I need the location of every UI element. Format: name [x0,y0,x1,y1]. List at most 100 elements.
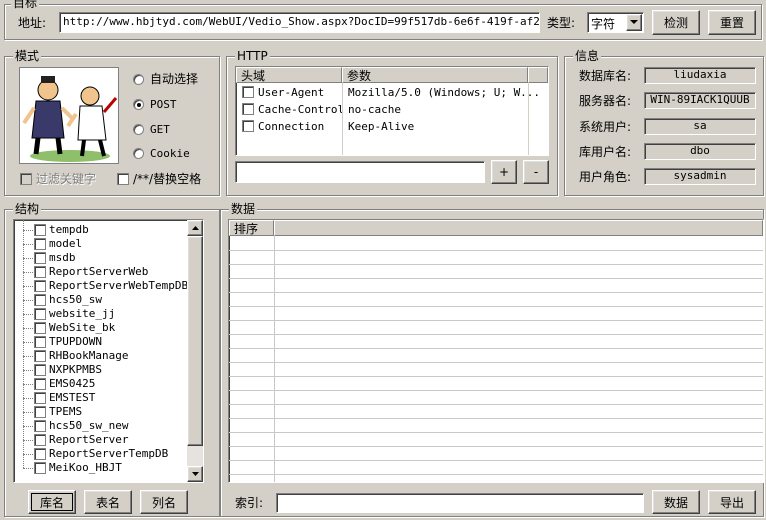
tree-connector [23,356,33,357]
http-col-filler [528,67,548,83]
tree-item-checkbox[interactable] [34,392,46,404]
radio-cookie[interactable] [133,148,144,159]
tree-item-label: MeiKoo_HBJT [49,461,122,474]
tree-item-checkbox[interactable] [34,266,46,278]
table-name-button[interactable]: 表名 [84,490,132,514]
http-row-checkbox[interactable] [242,120,254,132]
data-grid[interactable]: 排序 [228,219,764,483]
tree-item-checkbox[interactable] [34,294,46,306]
scroll-up-button[interactable] [187,220,203,236]
tree-connector [23,328,33,329]
index-label: 索引: [235,496,264,510]
type-dropdown-button[interactable] [626,14,642,31]
tree-item-label: tempdb [49,223,89,236]
tree-item-label: ReportServerWeb [49,265,149,278]
tree-item-checkbox[interactable] [34,462,46,474]
tree-item-checkbox[interactable] [34,336,46,348]
tree-item-checkbox[interactable] [34,420,46,432]
tree-item-checkbox[interactable] [34,350,46,362]
http-col-field[interactable]: 头域 [236,67,342,83]
radio-get[interactable] [133,124,144,135]
http-col-value[interactable]: 参数 [342,67,528,83]
tree-item-label: hcs50_sw_new [49,419,129,432]
type-label: 类型: [547,16,576,30]
grid-row-line [229,390,763,391]
tree-item-checkbox[interactable] [34,224,46,236]
export-button[interactable]: 导出 [708,490,756,514]
http-remove-button[interactable]: - [523,160,549,184]
http-row-field: User-Agent [258,86,325,99]
tree-item-checkbox[interactable] [34,378,46,390]
tree-item-label: EMSTEST [49,391,96,404]
tree-connector [23,370,33,371]
http-row[interactable]: User-Agent Mozilla/5.0 (Windows; U; W... [236,84,548,101]
column-name-button[interactable]: 列名 [140,490,188,514]
tree-item-checkbox[interactable] [34,280,46,292]
tree-item-checkbox[interactable] [34,364,46,376]
detect-button[interactable]: 检测 [652,10,700,35]
replace-space-checkbox[interactable] [117,173,129,185]
address-input[interactable]: http://www.hbjtyd.com/WebUI/Vedio_Show.a… [59,12,540,33]
address-input-text: http://www.hbjtyd.com/WebUI/Vedio_Show.a… [63,15,540,28]
reset-button[interactable]: 重置 [708,10,756,35]
tree-scrollbar[interactable] [187,220,203,482]
chevron-up-icon [191,226,199,230]
grid-row-line [229,376,763,377]
filter-keyword-label: 过滤关键字 [36,172,97,186]
radio-auto[interactable] [133,74,144,85]
tree-item-checkbox[interactable] [34,238,46,250]
tree-item-label: ReportServer [49,433,129,446]
data-col-sort[interactable]: 排序 [229,220,274,236]
dbname-button[interactable]: 库名 [28,490,76,514]
http-col-sep [342,83,343,155]
tree-item-label: RHBookManage [49,349,129,362]
http-add-button[interactable]: + [491,160,517,184]
http-row-checkbox[interactable] [242,103,254,115]
tree-connector [23,384,33,385]
tree-item-checkbox[interactable] [34,448,46,460]
tree-item-label: TPEMS [49,405,83,418]
type-select[interactable]: 字符 [587,12,644,33]
grid-row-line [229,264,763,265]
structure-tree[interactable]: tempdb model msdb ReportServerWeb ReportServ… [13,219,204,483]
data-button[interactable]: 数据 [652,490,700,514]
filter-keyword-checkbox[interactable] [20,173,32,185]
grid-row-line [229,292,763,293]
grid-row-line [229,474,763,475]
tree-connector [23,440,33,441]
type-select-value: 字符 [591,17,616,31]
scroll-down-button[interactable] [187,466,203,482]
radio-get-label: GET [150,123,170,136]
grid-row-line [229,460,763,461]
tree-item-checkbox[interactable] [34,434,46,446]
grid-row-line [229,418,763,419]
tree-item-checkbox[interactable] [34,252,46,264]
info-label-dbuser: 库用户名: [579,145,632,159]
tree-item-checkbox[interactable] [34,322,46,334]
radio-post[interactable] [133,99,144,110]
tree-item-label: ReportServerWebTempDB [49,279,189,292]
scroll-thumb[interactable] [187,236,203,446]
tree-item-checkbox[interactable] [34,308,46,320]
http-header-list[interactable]: 头域 参数 User-Agent Mozilla/5.0 (Windows; U… [235,66,549,156]
http-row[interactable]: Connection Keep-Alive [236,118,548,135]
index-input[interactable] [276,493,644,513]
structure-group-title: 结构 [13,202,42,216]
grid-row-line [229,250,763,251]
http-row-checkbox[interactable] [242,86,254,98]
http-row[interactable]: Cache-Control no-cache [236,101,548,118]
data-group-title: 数据 [229,202,258,216]
tree-item-label: hcs50_sw [49,293,102,306]
http-row-value: Mozilla/5.0 (Windows; U; W... [348,86,541,99]
mode-illustration [19,67,119,164]
http-row-value: Keep-Alive [348,120,415,133]
tree-item-checkbox[interactable] [34,406,46,418]
tree-connector [23,286,33,287]
tree-connector [23,300,33,301]
tree-item-label: website_jj [49,307,116,320]
http-value-input[interactable] [235,161,485,183]
radio-auto-label: 自动选择 [150,72,199,86]
cartoon-doctor-icon [22,76,118,162]
info-value-dbname: liudaxia [644,67,756,84]
tree-connector [23,454,33,455]
